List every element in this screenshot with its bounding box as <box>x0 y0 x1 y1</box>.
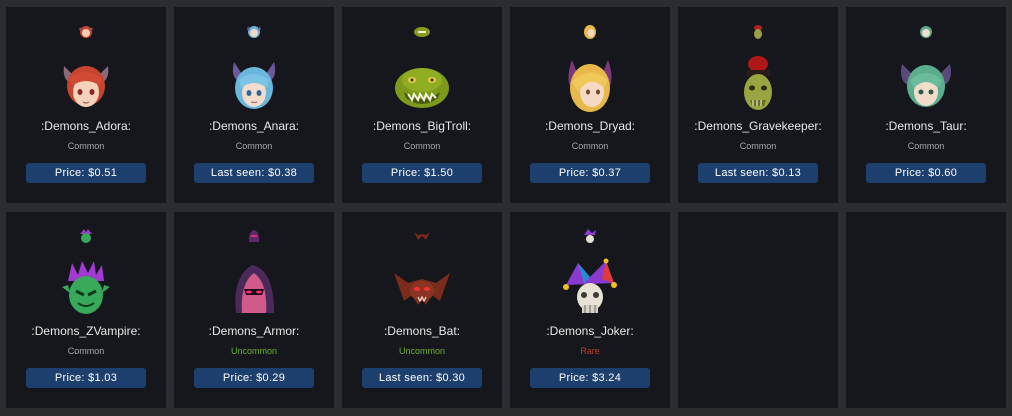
demon-bigtroll-small-icon <box>414 27 430 37</box>
item-card[interactable]: :Demons_Gravekeeper: Common Last seen: $… <box>678 7 838 203</box>
demon-gravekeeper-icon <box>744 56 772 110</box>
item-name: :Demons_Anara: <box>208 119 300 133</box>
item-name: :Demons_Gravekeeper: <box>694 119 822 133</box>
item-rarity: Common <box>571 141 609 151</box>
item-rarity: Common <box>739 141 777 151</box>
demon-adora-small-icon <box>79 26 93 38</box>
item-rarity: Common <box>403 141 441 151</box>
price-button[interactable]: Price: $0.51 <box>26 163 146 183</box>
item-name: :Demons_Bat: <box>383 324 461 338</box>
demon-dryad-icon <box>568 60 612 112</box>
item-rarity: Common <box>907 141 945 151</box>
item-rarity: Rare <box>580 346 600 356</box>
item-card[interactable]: :Demons_Joker: Rare Price: $3.24 <box>510 212 670 408</box>
emoticon-grid: :Demons_Adora: Common Price: $0.51 :Demo… <box>6 7 1006 408</box>
item-rarity: Common <box>67 141 105 151</box>
price-button[interactable]: Last seen: $0.13 <box>698 163 818 183</box>
demon-adora-icon <box>63 66 109 107</box>
item-card[interactable]: :Demons_ZVampire: Common Price: $1.03 <box>6 212 166 408</box>
demon-zvampire-small-icon <box>80 229 92 243</box>
item-name: :Demons_ZVampire: <box>31 324 141 338</box>
item-card[interactable]: :Demons_Armor: Uncommon Price: $0.29 <box>174 212 334 408</box>
item-card[interactable]: :Demons_Dryad: Common Price: $0.37 <box>510 7 670 203</box>
price-button[interactable]: Price: $1.03 <box>26 368 146 388</box>
demon-joker-icon <box>563 258 617 313</box>
demon-taur-small-icon <box>920 26 932 38</box>
item-card[interactable]: :Demons_Bat: Uncommon Last seen: $0.30 <box>342 212 502 408</box>
item-rarity: Common <box>67 346 105 356</box>
demon-bigtroll-icon <box>395 68 449 108</box>
item-rarity: Uncommon <box>230 346 277 356</box>
demon-bat-small-icon <box>414 232 430 240</box>
item-name: :Demons_BigTroll: <box>372 119 472 133</box>
demon-gravekeeper-small-icon <box>754 25 762 39</box>
item-card[interactable]: :Demons_BigTroll: Common Price: $1.50 <box>342 7 502 203</box>
price-button[interactable]: Price: $0.29 <box>194 368 314 388</box>
item-name: :Demons_Dryad: <box>544 119 636 133</box>
item-card[interactable]: :Demons_Anara: Common Last seen: $0.38 <box>174 7 334 203</box>
demon-joker-small-icon <box>584 229 596 243</box>
item-name: :Demons_Joker: <box>546 324 634 338</box>
demon-dryad-small-icon <box>584 25 596 39</box>
empty-slot <box>678 212 838 408</box>
demon-zvampire-icon <box>62 261 110 314</box>
empty-slot <box>846 212 1006 408</box>
price-button[interactable]: Last seen: $0.38 <box>194 163 314 183</box>
demon-bat-icon <box>394 273 450 305</box>
price-button[interactable]: Price: $1.50 <box>362 163 482 183</box>
item-rarity: Uncommon <box>398 346 445 356</box>
demon-taur-icon <box>901 64 951 107</box>
demon-armor-icon <box>235 265 274 313</box>
price-button[interactable]: Price: $3.24 <box>530 368 650 388</box>
price-button[interactable]: Price: $0.60 <box>866 163 986 183</box>
item-name: :Demons_Adora: <box>40 119 132 133</box>
demon-armor-small-icon <box>248 230 260 242</box>
price-button[interactable]: Last seen: $0.30 <box>362 368 482 388</box>
demon-anara-small-icon <box>247 26 261 38</box>
item-card[interactable]: :Demons_Adora: Common Price: $0.51 <box>6 7 166 203</box>
price-button[interactable]: Price: $0.37 <box>530 163 650 183</box>
demon-anara-icon <box>232 62 276 109</box>
item-name: :Demons_Armor: <box>208 324 300 338</box>
item-card[interactable]: :Demons_Taur: Common Price: $0.60 <box>846 7 1006 203</box>
item-name: :Demons_Taur: <box>885 119 967 133</box>
item-rarity: Common <box>235 141 273 151</box>
